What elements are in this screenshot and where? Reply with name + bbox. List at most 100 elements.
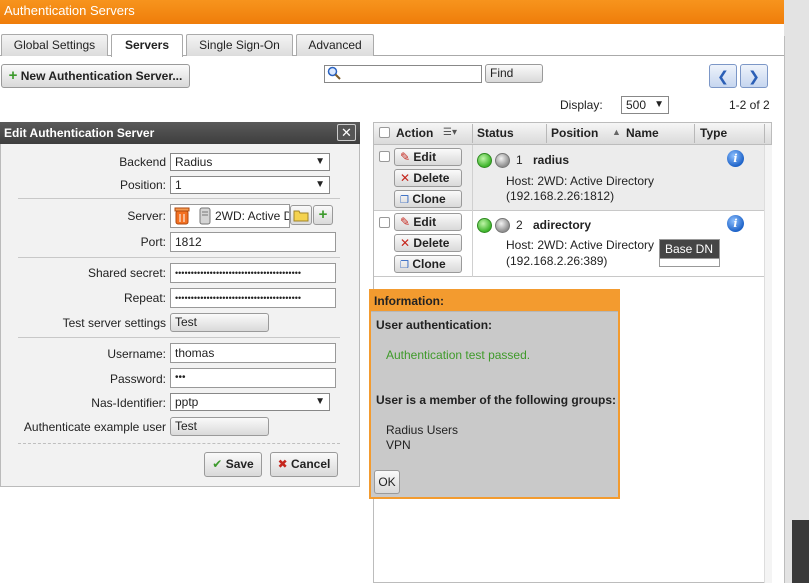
display-count-select[interactable]: 500 ▼ [621, 96, 669, 114]
port-input[interactable]: 1812 [170, 232, 336, 252]
column-separator [472, 124, 473, 143]
clone-icon: ❐ [400, 260, 409, 271]
ok-button[interactable]: OK [374, 470, 400, 494]
status-off-icon[interactable] [495, 153, 510, 168]
password-label: Password: [109, 372, 166, 386]
find-button[interactable]: Find [485, 64, 543, 83]
separator [18, 337, 340, 338]
row-checkbox[interactable] [379, 217, 390, 228]
row-name: radius [533, 153, 570, 167]
pencil-icon: ✎ [400, 150, 411, 164]
row-position: 2 [516, 218, 523, 232]
column-status[interactable]: Status [477, 122, 514, 145]
shared-secret-label: Shared secret: [87, 266, 166, 280]
edit-button[interactable]: ✎ Edit [394, 213, 462, 231]
tab-advanced[interactable]: Advanced [296, 34, 374, 56]
clone-button[interactable]: ❐ Clone [394, 190, 462, 208]
column-menu-icon[interactable]: ☰▾ [443, 127, 457, 138]
dropdown-arrow-icon: ▼ [654, 99, 664, 110]
test-server-settings-button[interactable]: Test [170, 313, 269, 332]
test-server-settings-label: Test server settings [62, 316, 166, 330]
checkmark-icon: ✔ [212, 457, 223, 471]
column-action[interactable]: Action [396, 122, 433, 145]
column-separator [764, 124, 765, 143]
delete-button[interactable]: ✕ Delete [394, 234, 462, 252]
delete-icon: ✕ [400, 236, 411, 250]
right-gutter-border [784, 36, 785, 583]
column-separator [694, 124, 695, 143]
nas-identifier-select[interactable]: pptp ▼ [170, 393, 330, 411]
position-select[interactable]: 1 ▼ [170, 176, 330, 194]
save-button[interactable]: ✔ Save [204, 452, 262, 477]
separator [18, 198, 340, 199]
repeat-label: Repeat: [123, 291, 166, 305]
server-icon [199, 207, 211, 225]
column-type[interactable]: Type [700, 122, 727, 145]
search-input[interactable] [324, 65, 482, 83]
close-icon: ✖ [277, 457, 288, 471]
repeat-secret-input[interactable]: •••••••••••••••••••••••••••••••••••••••• [170, 288, 336, 308]
tab-global-settings[interactable]: Global Settings [1, 34, 108, 56]
next-page-button[interactable]: ❯ [740, 64, 768, 88]
edit-button[interactable]: ✎ Edit [394, 148, 462, 166]
display-label: Display: [560, 98, 603, 112]
tab-servers[interactable]: Servers [111, 34, 183, 57]
list-scrollbar[interactable] [764, 145, 772, 583]
close-panel-button[interactable]: ✕ [337, 124, 356, 141]
authenticate-example-user-button[interactable]: Test [170, 417, 269, 436]
authentication-result-text: Authentication test passed. [386, 348, 531, 362]
backend-label: Backend [119, 155, 166, 169]
group-item: Radius Users [386, 423, 459, 437]
folder-icon [293, 210, 309, 222]
trash-icon [174, 207, 190, 225]
window-title: Authentication Servers [0, 0, 784, 24]
close-icon: ✕ [341, 125, 352, 140]
nas-identifier-label: Nas-Identifier: [91, 396, 166, 410]
tooltip: Base DN [659, 239, 720, 267]
tab-single-sign-on[interactable]: Single Sign-On [186, 34, 293, 56]
previous-page-button[interactable]: ❮ [709, 64, 737, 88]
status-on-icon[interactable] [477, 218, 492, 233]
cell-divider [472, 211, 473, 277]
password-input[interactable]: ••• [170, 368, 336, 388]
column-position[interactable]: Position [551, 122, 598, 145]
row-host: Host: 2WD: Active Directory [506, 238, 655, 252]
pencil-icon: ✎ [400, 215, 411, 229]
browse-server-button[interactable] [290, 205, 312, 225]
shared-secret-input[interactable]: •••••••••••••••••••••••••••••••••••••••• [170, 263, 336, 283]
page-range-text: 1-2 of 2 [729, 98, 770, 112]
row-checkbox[interactable] [379, 151, 390, 162]
new-authentication-server-button[interactable]: + New Authentication Server... [1, 64, 190, 88]
add-server-button[interactable]: + [313, 205, 333, 225]
info-icon[interactable]: i [727, 150, 744, 167]
info-icon[interactable]: i [727, 215, 744, 232]
backend-select[interactable]: Radius ▼ [170, 153, 330, 171]
port-label: Port: [140, 235, 166, 249]
dropdown-arrow-icon: ▼ [315, 179, 325, 190]
select-all-checkbox[interactable] [379, 127, 390, 138]
right-dark-strip [792, 520, 809, 583]
status-on-icon[interactable] [477, 153, 492, 168]
row-host: Host: 2WD: Active Directory [506, 174, 655, 188]
clone-button[interactable]: ❐ Clone [394, 255, 462, 273]
username-input[interactable]: thomas [170, 343, 336, 363]
row-address: (192.168.2.26:389) [506, 254, 608, 268]
authenticate-example-user-label: Authenticate example user [23, 420, 166, 434]
row-name: adirectory [533, 218, 592, 232]
server-label: Server: [127, 209, 166, 223]
user-authentication-heading: User authentication: [376, 318, 493, 332]
column-name[interactable]: Name [626, 122, 659, 145]
server-field[interactable]: 2WD: Active Directory [170, 204, 290, 228]
delete-icon: ✕ [400, 171, 411, 185]
row-position: 1 [516, 153, 523, 167]
status-off-icon[interactable] [495, 218, 510, 233]
delete-button[interactable]: ✕ Delete [394, 169, 462, 187]
sort-ascending-icon: ▲ [612, 127, 621, 137]
edit-panel-title: Edit Authentication Server [0, 122, 360, 144]
cancel-button[interactable]: ✖ Cancel [270, 452, 338, 477]
information-dialog-title: Information: [371, 291, 618, 311]
clone-icon: ❐ [400, 195, 409, 206]
groups-heading: User is a member of the following groups… [376, 393, 617, 407]
chevron-left-icon: ❮ [717, 68, 729, 84]
plus-icon: + [318, 206, 328, 223]
